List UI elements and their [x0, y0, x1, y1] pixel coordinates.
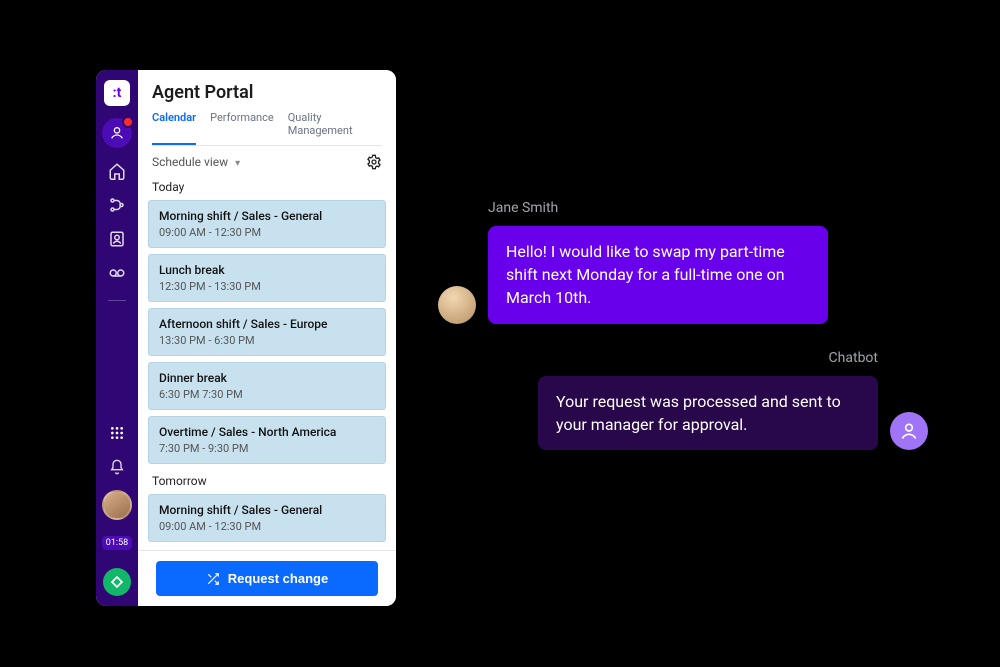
agent-portal-window: :t — [96, 70, 396, 606]
rail-separator — [108, 300, 126, 301]
section-tomorrow-label: Tomorrow — [138, 474, 396, 494]
shift-time: 13:30 PM - 6:30 PM — [159, 334, 375, 347]
tab-calendar[interactable]: Calendar — [152, 111, 196, 145]
tab-quality[interactable]: Quality Management — [288, 111, 382, 145]
contacts-icon[interactable] — [106, 228, 128, 250]
shift-card[interactable]: Overtime / Sales - North America 7:30 PM… — [148, 416, 386, 464]
chat-panel: Jane Smith Hello! I would like to swap m… — [438, 200, 928, 476]
bot-icon — [899, 421, 919, 441]
view-selector[interactable]: Schedule view ▾ — [152, 155, 240, 169]
shift-time: 7:30 PM - 9:30 PM — [159, 442, 375, 455]
chevron-down-icon: ▾ — [235, 158, 240, 169]
portal-main: Agent Portal Calendar Performance Qualit… — [138, 70, 396, 606]
shift-title: Morning shift / Sales - General — [159, 503, 375, 517]
shift-title: Dinner break — [159, 371, 375, 385]
shuffle-icon — [206, 572, 220, 586]
view-selector-label: Schedule view — [152, 155, 228, 169]
request-change-label: Request change — [228, 571, 328, 586]
bell-icon[interactable] — [106, 456, 128, 478]
voicemail-icon[interactable] — [106, 262, 128, 284]
notification-badge — [122, 116, 134, 128]
settings-button[interactable] — [366, 154, 382, 170]
shift-title: Afternoon shift / Sales - Europe — [159, 317, 375, 331]
recipient-name: Chatbot — [438, 350, 878, 366]
flow-icon[interactable] — [106, 194, 128, 216]
request-change-button[interactable]: Request change — [156, 561, 378, 596]
portal-header: Agent Portal Calendar Performance Qualit… — [138, 70, 396, 146]
home-icon[interactable] — [106, 160, 128, 182]
left-nav-rail: :t — [96, 70, 138, 606]
view-toolbar: Schedule view ▾ — [138, 146, 396, 178]
today-list: Morning shift / Sales - General 09:00 AM… — [138, 200, 396, 464]
shift-title: Overtime / Sales - North America — [159, 425, 375, 439]
rail-timer: 01:58 — [102, 536, 132, 550]
bot-chat-avatar — [890, 412, 928, 450]
app-logo[interactable]: :t — [104, 80, 130, 106]
dialpad-icon[interactable] — [106, 422, 128, 444]
tab-bar: Calendar Performance Quality Management — [152, 111, 382, 146]
shift-time: 12:30 PM - 13:30 PM — [159, 280, 375, 293]
gear-icon — [366, 154, 382, 170]
shift-time: 6:30 PM 7:30 PM — [159, 388, 375, 401]
user-avatar[interactable] — [102, 490, 132, 520]
chat-row-bot: Your request was processed and sent to y… — [438, 376, 928, 450]
shift-card[interactable]: Afternoon shift / Sales - Europe 13:30 P… — [148, 308, 386, 356]
user-chat-avatar — [438, 286, 476, 324]
chat-row-user: Hello! I would like to swap my part-time… — [438, 226, 928, 324]
shift-time: 09:00 AM - 12:30 PM — [159, 226, 375, 239]
sender-name: Jane Smith — [488, 200, 928, 216]
section-today-label: Today — [138, 180, 396, 200]
bot-message-bubble: Your request was processed and sent to y… — [538, 376, 878, 450]
assistant-icon — [109, 125, 125, 141]
tab-performance[interactable]: Performance — [210, 111, 274, 145]
shift-card[interactable]: Morning shift / Sales - General 09:00 AM… — [148, 494, 386, 542]
page-title: Agent Portal — [152, 82, 382, 103]
shift-card[interactable]: Dinner break 6:30 PM 7:30 PM — [148, 362, 386, 410]
assistant-rail-button[interactable] — [102, 118, 132, 148]
user-message-bubble: Hello! I would like to swap my part-time… — [488, 226, 828, 324]
status-available-button[interactable] — [103, 568, 131, 596]
shift-card[interactable]: Lunch break 12:30 PM - 13:30 PM — [148, 254, 386, 302]
tomorrow-list: Morning shift / Sales - General 09:00 AM… — [138, 494, 396, 542]
action-bar: Request change — [138, 550, 396, 606]
shift-card[interactable]: Morning shift / Sales - General 09:00 AM… — [148, 200, 386, 248]
shift-time: 09:00 AM - 12:30 PM — [159, 520, 375, 533]
shift-title: Morning shift / Sales - General — [159, 209, 375, 223]
shift-title: Lunch break — [159, 263, 375, 277]
